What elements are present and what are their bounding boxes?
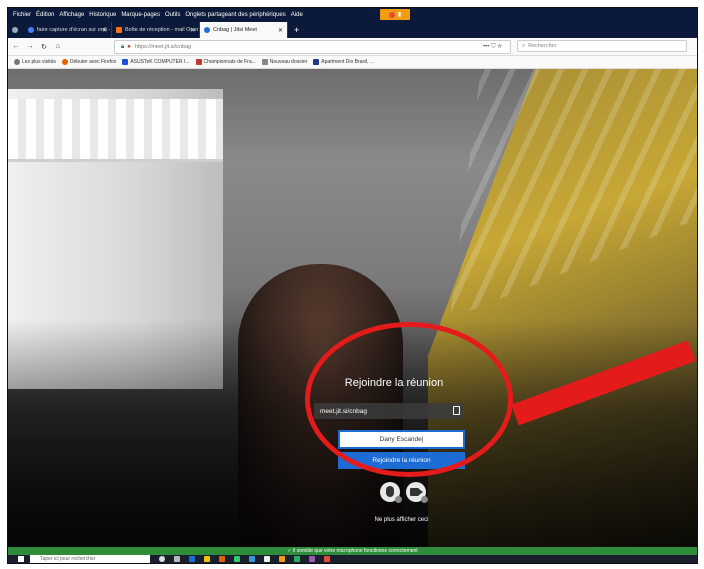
- menu-file[interactable]: Fichier: [13, 12, 31, 18]
- menu-tools[interactable]: Outils: [165, 12, 180, 18]
- bookmark-item[interactable]: Débuter avec Firefox: [61, 59, 117, 65]
- microphone-toggle[interactable]: [380, 482, 402, 503]
- edge-icon[interactable]: [189, 556, 195, 562]
- bookmark-label: Championnats de Fra...: [203, 59, 256, 65]
- folder-icon: [261, 59, 268, 65]
- sharing-indicator[interactable]: ▮: [380, 9, 410, 20]
- taskbar-search-input[interactable]: Taper ici pour rechercher: [30, 555, 150, 563]
- bookmark-item[interactable]: Les plus visités: [14, 59, 56, 65]
- firefox-taskbar-icon[interactable]: [219, 556, 225, 562]
- bookmark-item[interactable]: ASUSTeK COMPUTER I...: [122, 59, 190, 65]
- mic-status-banner: ✓ Il semble que votre microphone fonctio…: [8, 547, 697, 555]
- booking-icon: [313, 59, 320, 65]
- firefox-icon: [61, 59, 68, 65]
- address-bar[interactable]: 🔒︎ ● https://meet.jit.si/cnbag ••• ⛉ ☆: [114, 40, 511, 54]
- camera-lens-icon: [419, 489, 423, 495]
- cortana-icon[interactable]: [159, 556, 165, 562]
- bookmark-label: Les plus visités: [22, 59, 56, 65]
- tab-bar: faire capture d'écran sur ordi - ✕ Boîte…: [8, 22, 697, 38]
- lock-icon: 🔒︎: [121, 43, 125, 50]
- record-icon: [388, 11, 395, 18]
- close-tab-icon[interactable]: ✕: [278, 27, 283, 34]
- bookmark-item[interactable]: Apartment Dio Brasil, ...: [313, 59, 374, 65]
- app-icon[interactable]: [249, 556, 255, 562]
- settings-badge-icon[interactable]: [395, 496, 402, 503]
- close-tab-icon[interactable]: ✕: [102, 27, 107, 34]
- reload-icon[interactable]: ↻: [38, 43, 50, 51]
- app-icon[interactable]: [324, 556, 330, 562]
- task-view-icon[interactable]: [174, 556, 180, 562]
- camera-preview: Rejoindre la réunion meet.jit.si/cnbag D…: [8, 69, 697, 547]
- tab-jitsi[interactable]: Cnbag | Jitsi Meet ✕: [200, 22, 288, 38]
- menu-bookmarks[interactable]: Marque-pages: [121, 12, 160, 18]
- annotation-circle: [305, 322, 513, 477]
- tab-mail[interactable]: Boîte de réception - mail Oran ✕: [112, 22, 200, 38]
- home-icon[interactable]: ⌂: [52, 43, 64, 50]
- asus-icon: [122, 59, 129, 65]
- camera-permission-icon[interactable]: ●: [127, 44, 131, 50]
- camera-toggle[interactable]: [406, 482, 428, 503]
- bookmark-label: ASUSTeK COMPUTER I...: [130, 59, 190, 65]
- microphone-icon: [386, 486, 394, 497]
- dont-show-again-link[interactable]: Ne plus afficher ceci: [338, 517, 465, 523]
- search-input[interactable]: ⌕ Rechercher: [517, 40, 687, 52]
- url-text: https://meet.jit.si/cnbag: [134, 44, 192, 50]
- menu-view[interactable]: Affichage: [59, 12, 84, 18]
- close-tab-icon[interactable]: ✕: [190, 27, 195, 34]
- tab-favicon: [28, 27, 34, 33]
- tab-favicon: [116, 27, 122, 33]
- bookmark-label: Apartment Dio Brasil, ...: [321, 59, 375, 65]
- back-icon[interactable]: ←: [10, 43, 22, 50]
- new-tab-icon[interactable]: +: [294, 22, 299, 38]
- menu-history[interactable]: Historique: [89, 12, 116, 18]
- tab-capture[interactable]: faire capture d'écran sur ordi - ✕: [24, 22, 112, 38]
- windows-taskbar: Taper ici pour rechercher: [8, 555, 697, 563]
- tab-favicon: [204, 27, 210, 33]
- app-icon[interactable]: [279, 556, 285, 562]
- navigation-bar: ← → ↻ ⌂ 🔒︎ ● https://meet.jit.si/cnbag •…: [8, 38, 697, 56]
- tab-label: Boîte de réception - mail Oran: [125, 27, 199, 33]
- menu-help[interactable]: Aide: [291, 12, 303, 18]
- tab-list-button[interactable]: [8, 22, 24, 38]
- menu-bar: Fichier Édition Affichage Historique Mar…: [8, 8, 697, 22]
- windows-start-icon[interactable]: [18, 556, 24, 562]
- settings-badge-icon[interactable]: [421, 496, 428, 503]
- explorer-icon[interactable]: [204, 556, 210, 562]
- search-icon: ⌕: [522, 42, 526, 49]
- screenshot-frame: Fichier Édition Affichage Historique Mar…: [7, 7, 698, 564]
- gear-icon: [14, 59, 20, 65]
- app-icon[interactable]: [309, 556, 315, 562]
- app-icon[interactable]: [264, 556, 270, 562]
- app-icon[interactable]: [294, 556, 300, 562]
- bookmark-item[interactable]: Championnats de Fra...: [195, 59, 256, 65]
- app-icon[interactable]: [234, 556, 240, 562]
- bookmark-label: Nouveau dossier: [269, 59, 308, 65]
- tab-label: faire capture d'écran sur ordi -: [37, 27, 111, 33]
- forward-icon[interactable]: →: [24, 43, 36, 50]
- camera-icon: [410, 488, 419, 496]
- search-placeholder: Rechercher: [528, 43, 557, 49]
- menu-edit[interactable]: Édition: [36, 12, 54, 18]
- tab-list-icon: [12, 27, 18, 33]
- site-icon: [195, 59, 202, 65]
- bookmarks-bar: Les plus visités Débuter avec Firefox AS…: [8, 56, 697, 69]
- bookmark-label: Débuter avec Firefox: [69, 59, 117, 65]
- menu-sharing[interactable]: Onglets partageant des périphériques: [185, 12, 285, 18]
- page-actions[interactable]: ••• ⛉ ☆: [483, 44, 502, 51]
- bookmark-item[interactable]: Nouveau dossier: [261, 59, 308, 65]
- video-curtain: [8, 99, 223, 162]
- tab-label: Cnbag | Jitsi Meet: [213, 27, 257, 33]
